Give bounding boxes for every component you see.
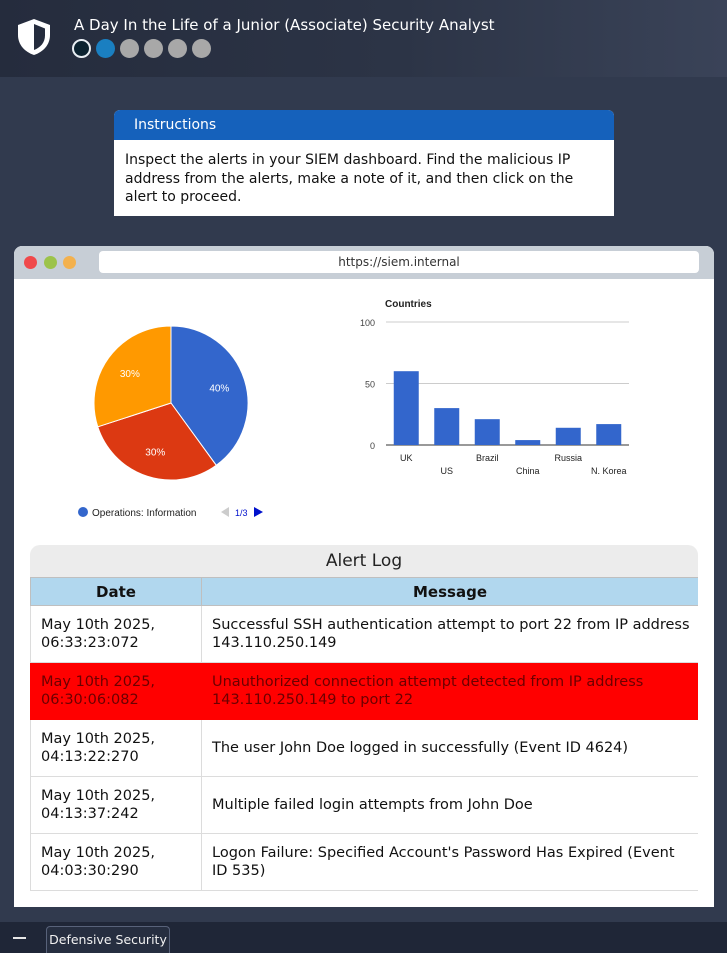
pie-legend: Operations: Information 1/3 — [78, 507, 263, 519]
pie-slice-label: 30% — [120, 369, 140, 380]
date-column-header: Date — [30, 577, 202, 606]
alert-row[interactable]: May 10th 2025, 06:33:23:072 Successful S… — [30, 605, 698, 663]
alert-table-header: Date Message — [30, 577, 698, 606]
bar — [596, 424, 622, 445]
pie-slice-label: 40% — [209, 383, 229, 394]
step-indicator — [144, 39, 163, 58]
x-tick-label: N. Korea — [591, 466, 627, 476]
step-indicator — [120, 39, 139, 58]
alert-date: May 10th 2025, 04:13:22:270 — [30, 719, 202, 777]
bar — [434, 408, 460, 445]
alert-row[interactable]: May 10th 2025, 04:13:22:270 The user Joh… — [30, 719, 698, 777]
y-tick-label: 0 — [370, 441, 375, 451]
alert-row[interactable]: May 10th 2025, 04:13:37:242 Multiple fai… — [30, 776, 698, 834]
minimize-icon[interactable] — [13, 937, 26, 939]
maximize-window-dot[interactable] — [63, 256, 76, 269]
x-tick-label: China — [516, 466, 540, 476]
alert-date: May 10th 2025, 04:03:30:290 — [30, 833, 202, 891]
alert-message: Logon Failure: Specified Account's Passw… — [201, 833, 698, 891]
alert-message: Multiple failed login attempts from John… — [201, 776, 698, 834]
bar — [393, 371, 419, 445]
alert-log: Alert Log Date Message May 10th 2025, 06… — [30, 545, 698, 891]
alert-message: Successful SSH authentication attempt to… — [201, 605, 698, 663]
message-column-header: Message — [201, 577, 698, 606]
alert-row[interactable]: May 10th 2025, 04:03:30:290 Logon Failur… — [30, 833, 698, 891]
step-indicator — [192, 39, 211, 58]
legend-page-counter: 1/3 — [235, 508, 248, 518]
step-indicator — [168, 39, 187, 58]
taskbar: Defensive Security — [0, 922, 727, 953]
x-tick-label: Brazil — [476, 453, 499, 463]
instructions-heading: Instructions — [114, 110, 614, 140]
alert-date: May 10th 2025, 06:30:06:082 — [30, 662, 202, 720]
siem-browser-window: https://siem.internal 40% 30% 30% Operatio… — [14, 246, 714, 907]
room-header: A Day In the Life of a Junior (Associate… — [0, 0, 727, 77]
y-tick-label: 100 — [360, 318, 375, 328]
bar — [555, 427, 581, 445]
taskbar-tab-defensive-security[interactable]: Defensive Security — [46, 926, 170, 953]
instructions-panel: Instructions Inspect the alerts in your … — [114, 110, 614, 216]
bar — [474, 419, 500, 445]
countries-bar-chart: Countries 0 50 100 UK US Brazil China Russia N. K… — [360, 299, 629, 476]
instructions-text: Inspect the alerts in your SIEM dashboar… — [125, 152, 574, 205]
x-tick-label: US — [440, 466, 453, 476]
pie-slice-label: 30% — [145, 447, 165, 458]
close-window-dot[interactable] — [24, 256, 37, 269]
alert-date: May 10th 2025, 06:33:23:072 — [30, 605, 202, 663]
prev-page-icon[interactable] — [221, 507, 229, 517]
chart-title: Countries — [385, 299, 432, 310]
alert-table: Date Message May 10th 2025, 06:33:23:072… — [30, 577, 698, 891]
alert-date: May 10th 2025, 04:13:37:242 — [30, 776, 202, 834]
browser-toolbar: https://siem.internal — [14, 246, 714, 279]
alert-log-title: Alert Log — [30, 545, 698, 577]
progress-steps — [72, 39, 211, 58]
alert-message: The user John Doe logged in successfully… — [201, 719, 698, 777]
step-indicator — [96, 39, 115, 58]
address-bar[interactable]: https://siem.internal — [99, 251, 699, 273]
alert-row-highlighted[interactable]: May 10th 2025, 06:30:06:082 Unauthorized… — [30, 662, 698, 720]
minimize-window-dot[interactable] — [44, 256, 57, 269]
shield-icon — [18, 19, 50, 55]
pie-chart: 40% 30% 30% — [93, 325, 249, 481]
legend-label: Operations: Information — [92, 508, 197, 519]
room-title: A Day In the Life of a Junior (Associate… — [74, 16, 495, 34]
x-tick-label: UK — [400, 453, 413, 463]
y-tick-label: 50 — [365, 380, 375, 390]
bar — [515, 440, 541, 445]
next-page-icon[interactable] — [254, 507, 263, 517]
step-indicator — [72, 39, 91, 58]
x-tick-label: Russia — [554, 453, 582, 463]
alert-message: Unauthorized connection attempt detected… — [201, 662, 698, 720]
legend-swatch — [78, 507, 88, 517]
